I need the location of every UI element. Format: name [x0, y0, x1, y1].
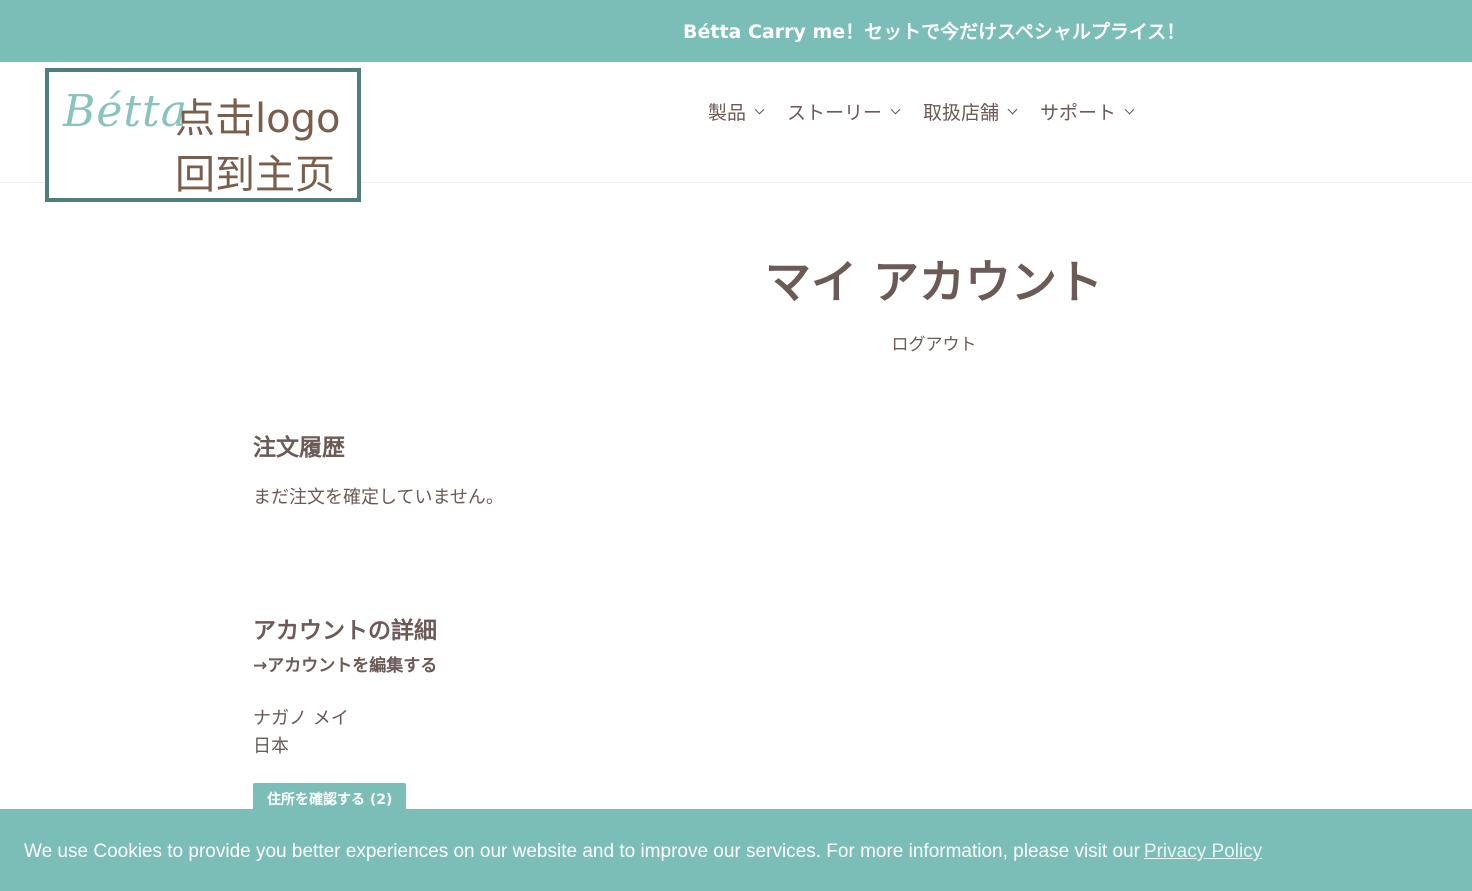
- chevron-down-icon: [754, 104, 765, 115]
- nav-item-label: 取扱店舗: [923, 102, 1000, 124]
- cookie-message: We use Cookies to provide you better exp…: [24, 841, 1262, 863]
- privacy-policy-link[interactable]: Privacy Policy: [1144, 841, 1262, 862]
- nav-item-stores[interactable]: 取扱店舗: [923, 98, 1018, 125]
- logout-link[interactable]: ログアウト: [700, 330, 1168, 355]
- nav-item-label: ストーリー: [787, 102, 883, 124]
- nav-item-products[interactable]: 製品: [708, 98, 765, 125]
- nav-item-story[interactable]: ストーリー: [787, 98, 901, 125]
- announcement-text[interactable]: Bétta Carry me！セットで今だけスペシャルプライス！: [683, 17, 1185, 44]
- chevron-down-icon: [1007, 104, 1018, 115]
- page-title: マイ アカウント: [764, 255, 1103, 309]
- page-title-wrap: マイ アカウント: [700, 246, 1168, 312]
- cookie-text: We use Cookies to provide you better exp…: [24, 841, 1140, 862]
- nav-item-support[interactable]: サポート: [1040, 98, 1135, 125]
- account-name: ナガノ メイ: [253, 708, 349, 729]
- chevron-down-icon: [890, 104, 901, 115]
- account-country: 日本: [253, 736, 289, 757]
- logo-caption-line2: 回到主页: [175, 152, 335, 198]
- order-history-empty: まだ注文を確定していません。: [253, 487, 504, 508]
- chevron-down-icon: [1124, 104, 1135, 115]
- account-details-title: アカウントの詳細: [253, 618, 437, 644]
- nav-item-label: 製品: [708, 102, 747, 124]
- main-nav: 製品 ストーリー 取扱店舗 サポート: [708, 98, 1157, 125]
- logo-caption-line1: 点击logo: [175, 96, 341, 142]
- cookie-banner: We use Cookies to provide you better exp…: [0, 809, 1472, 891]
- edit-account-link[interactable]: →アカウントを編集する: [253, 651, 437, 676]
- nav-item-label: サポート: [1040, 102, 1117, 124]
- logo-brand-text: Bétta: [63, 86, 188, 137]
- order-history-title: 注文履歴: [253, 435, 345, 461]
- site-header: Bétta 点击logo 回到主页 製品 ストーリー 取扱店舗 サポート: [0, 62, 1472, 202]
- site-logo[interactable]: Bétta 点击logo 回到主页: [45, 68, 361, 202]
- announcement-bar: Bétta Carry me！セットで今だけスペシャルプライス！: [0, 0, 1472, 62]
